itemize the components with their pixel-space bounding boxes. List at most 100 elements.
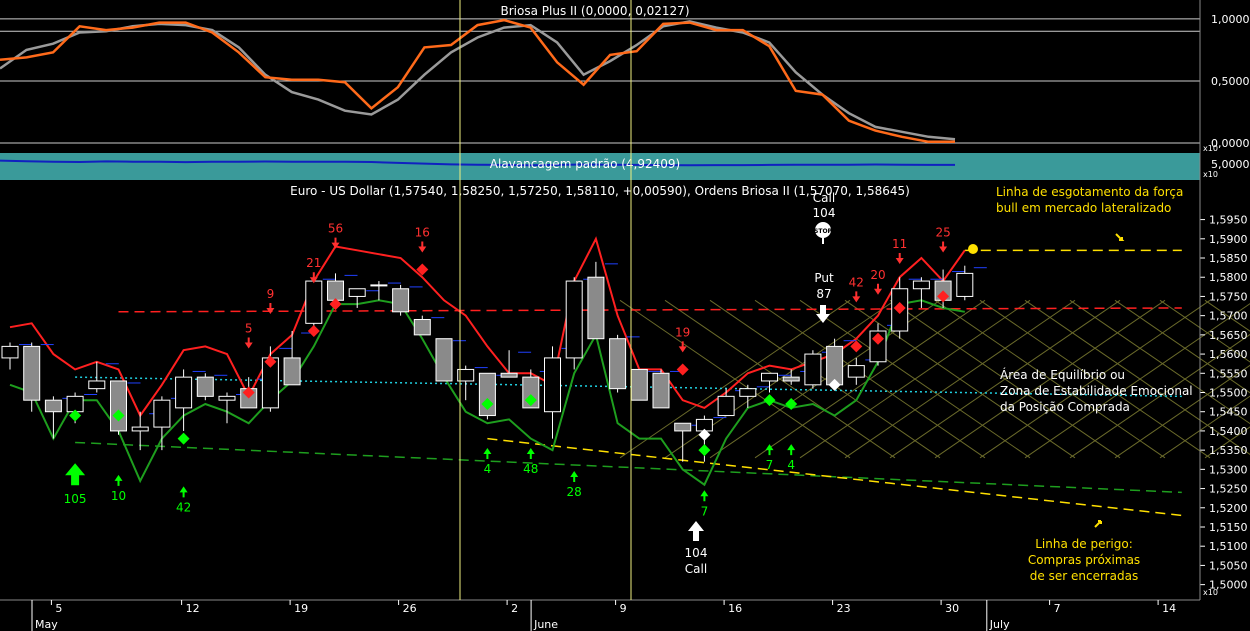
buy-signal-label: 42 <box>176 500 191 514</box>
sell-signal-label: 56 <box>328 222 343 236</box>
candle-bear <box>44 399 62 413</box>
price-tick-label: 1,5600 <box>1209 348 1248 361</box>
day-tick-label: 16 <box>728 602 742 615</box>
sell-signal-label: 42 <box>849 275 864 289</box>
month-label: July <box>989 618 1010 631</box>
candle-bull <box>739 388 757 397</box>
candle-bull <box>761 372 778 382</box>
price-tick-label: 1,5850 <box>1209 252 1248 265</box>
month-label: June <box>533 618 558 631</box>
day-tick-label: 19 <box>294 602 308 615</box>
sell-signal-label: 20 <box>870 268 885 282</box>
candle-bull <box>717 395 735 417</box>
candle-bull <box>88 380 106 390</box>
candle-bear <box>500 372 518 378</box>
candle-bear <box>283 357 301 386</box>
candle-bull <box>153 399 171 428</box>
price-tick-label: 1,5100 <box>1209 540 1248 553</box>
candle-bull <box>544 357 561 413</box>
candle-bear <box>587 276 605 340</box>
sell-signal-label: 16 <box>415 225 430 239</box>
price-tick-label: 1,5550 <box>1209 367 1248 380</box>
sell-signal-label: 11 <box>892 237 907 251</box>
price-tick-label: 1,5950 <box>1209 214 1248 227</box>
candle-bear <box>327 280 344 301</box>
day-tick-label: 30 <box>945 602 959 615</box>
buy-signal-label: 48 <box>523 462 538 476</box>
candle-bull <box>305 280 323 324</box>
osc-tick-label: 1,0000 <box>1211 13 1250 26</box>
price-tick-label: 1,5200 <box>1209 502 1248 515</box>
stop-sign-pole <box>822 238 824 244</box>
candle-bear <box>413 318 431 336</box>
candle-bear <box>392 288 410 313</box>
oscillator-title: Briosa Plus II (0,0000, 0,02127) <box>501 4 690 18</box>
call-stop-label: Call <box>813 191 835 205</box>
buy-signal-label: 7 <box>766 458 774 472</box>
day-tick-label: 9 <box>620 602 627 615</box>
sell-signal-label: 9 <box>267 287 275 301</box>
day-tick-label: 23 <box>837 602 851 615</box>
sell-signal-label: 25 <box>935 225 950 239</box>
call-bottom-value: 104 <box>685 546 708 560</box>
candle-bull <box>175 376 193 409</box>
sell-signal-label: 21 <box>306 256 321 270</box>
candle-bear <box>23 345 41 401</box>
price-tick-label: 1,5800 <box>1209 271 1248 284</box>
price-tick-label: 1,5650 <box>1209 329 1248 342</box>
candle-bull <box>131 426 149 432</box>
day-tick-label: 12 <box>186 602 200 615</box>
trading-chart: Briosa Plus II (0,0000, 0,02127) 1,0000 0… <box>0 0 1250 631</box>
price-tick-label: 1,5150 <box>1209 521 1248 534</box>
osc-scale-tag: x10 <box>1203 144 1218 153</box>
candle-bull <box>218 395 236 401</box>
candle-bull <box>912 280 930 290</box>
candle-bear <box>652 372 670 409</box>
candle-bear <box>630 368 648 401</box>
candle-bull <box>804 353 822 386</box>
sell-signal-label: 5 <box>245 322 253 336</box>
buy-signal-label: 4 <box>787 458 795 472</box>
buy-signal-label: 7 <box>701 504 709 518</box>
price-tick-label: 1,5050 <box>1209 559 1248 572</box>
candle-bear <box>110 380 127 432</box>
leverage-title: Alavancagem padrão (4,92409) <box>490 157 680 171</box>
danger-note-line1: Linha de perigo: <box>1035 537 1132 551</box>
leverage-panel: Alavancagem padrão (4,92409) 5,0000 x10 <box>0 153 1250 180</box>
osc-tick-label: 0,5000 <box>1211 75 1250 88</box>
price-tick-label: 1,5750 <box>1209 290 1248 303</box>
candle-bear <box>782 376 800 382</box>
price-tick-label: 1,5900 <box>1209 233 1248 246</box>
call-bottom-label: Call <box>685 562 707 576</box>
buy-signal-label: 10 <box>111 489 126 503</box>
put-value: 87 <box>816 287 831 301</box>
candle-bull <box>348 288 366 297</box>
candle-bull <box>847 365 865 378</box>
lev-scale-tag: x10 <box>1203 170 1218 179</box>
put-label: Put <box>814 271 834 285</box>
candle-bull <box>1 345 19 359</box>
day-tick-label: 5 <box>55 602 62 615</box>
sell-signal-label: 19 <box>675 325 690 339</box>
price-tick-label: 1,5350 <box>1209 444 1248 457</box>
exhaustion-note-line2: bull em mercado lateralizado <box>996 201 1171 215</box>
price-tick-label: 1,5400 <box>1209 425 1248 438</box>
price-tick-label: 1,5500 <box>1209 387 1248 400</box>
day-tick-label: 2 <box>511 602 518 615</box>
candle-bear <box>196 376 214 397</box>
price-tick-label: 1,5450 <box>1209 406 1248 419</box>
buy-signal-label: 28 <box>567 485 582 499</box>
candle-bull <box>66 395 84 413</box>
danger-note-line3: de ser encerradas <box>1030 569 1138 583</box>
balance-note-line1: Área de Equilíbrio ou <box>1000 367 1125 382</box>
danger-note-line2: Compras próximas <box>1028 553 1140 567</box>
balance-note-line2: Zona de Estabilidade Emocional <box>1000 384 1193 398</box>
exhaustion-dot <box>968 244 978 254</box>
price-tick-label: 1,5700 <box>1209 310 1248 323</box>
candle-bull <box>956 272 974 297</box>
call-stop-value: 104 <box>813 206 836 220</box>
exhaustion-note-line1: Linha de esgotamento da força <box>996 185 1183 199</box>
buy-signal-label: 105 <box>64 492 87 506</box>
day-tick-label: 26 <box>403 602 417 615</box>
buy-signal-label: 4 <box>484 462 492 476</box>
